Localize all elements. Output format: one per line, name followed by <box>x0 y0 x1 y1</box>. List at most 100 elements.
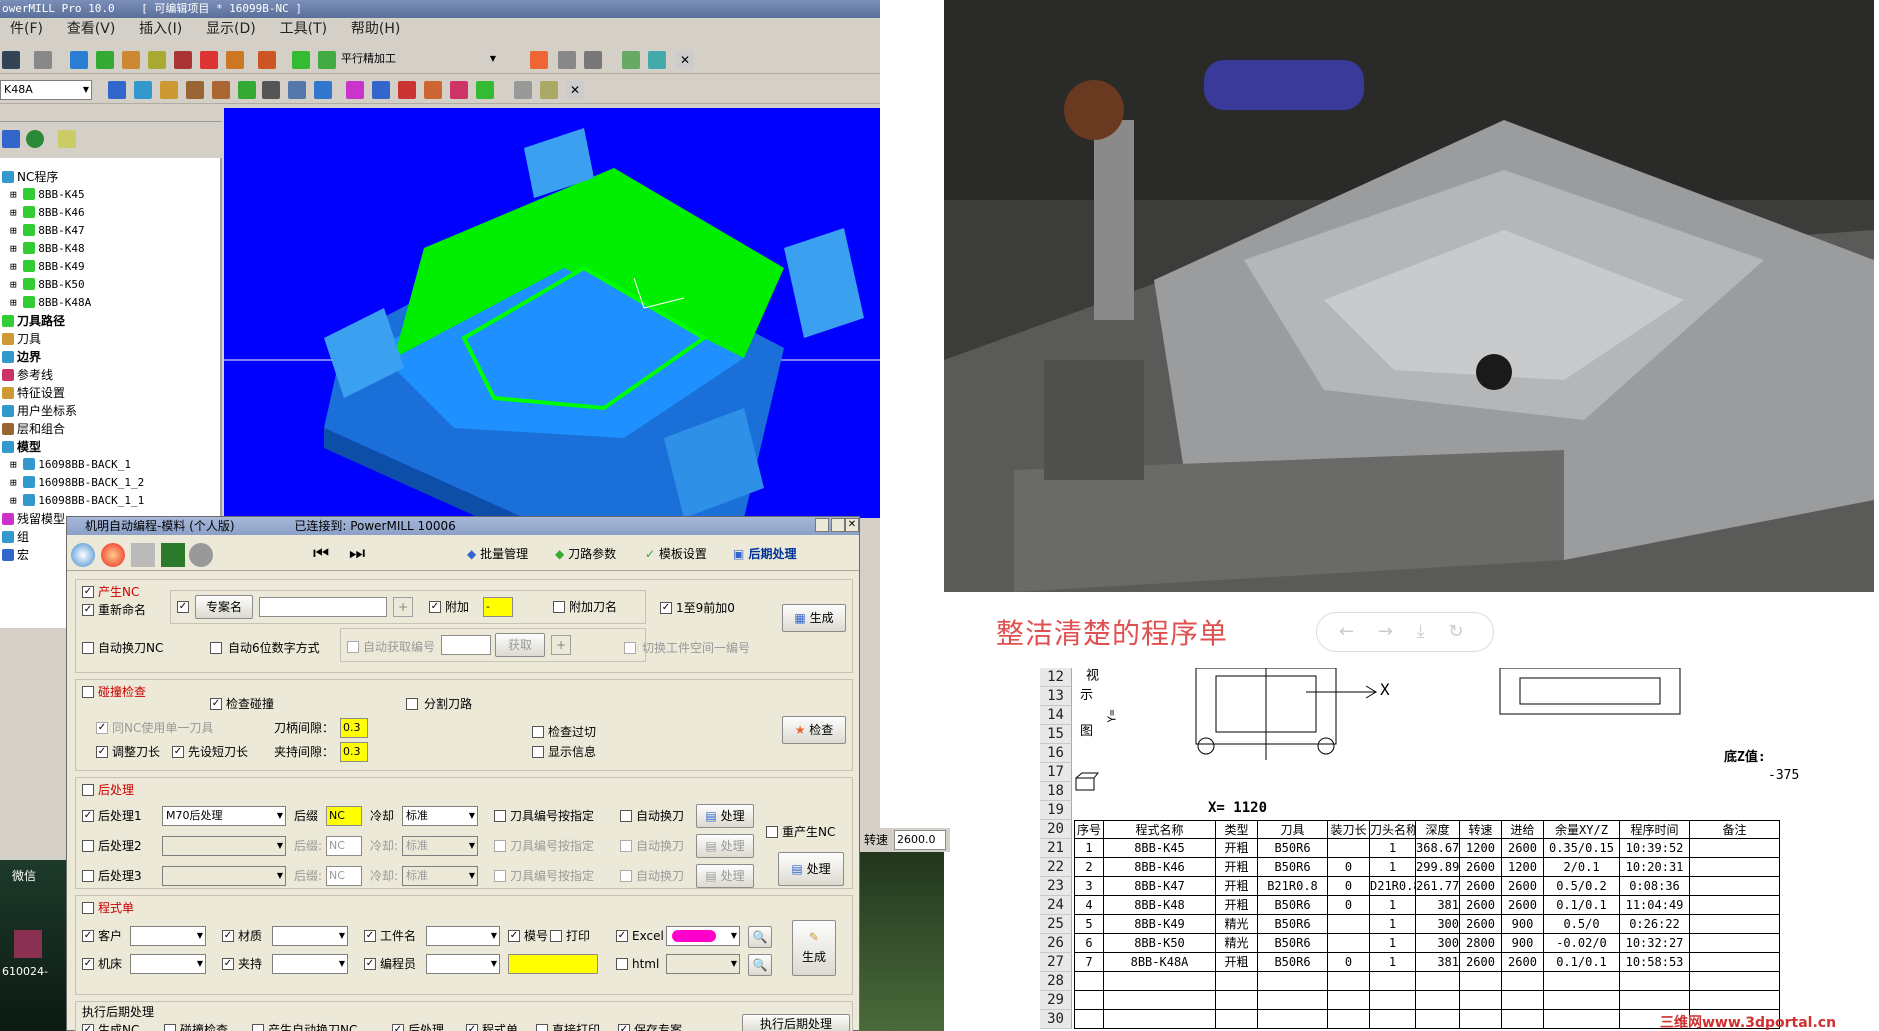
programmer-name-input[interactable] <box>508 954 598 974</box>
generate-nc-button[interactable]: ▦ 生成 <box>782 604 846 632</box>
rename-checkbox[interactable]: ✓ <box>82 604 94 616</box>
auto6-checkbox[interactable] <box>210 642 222 654</box>
tree-nc-program[interactable]: ⊞ 8BB-K50 <box>10 276 85 294</box>
tree-workplanes[interactable]: 用户坐标系 <box>2 402 77 420</box>
switch-workspace-checkbox[interactable] <box>624 642 636 654</box>
append-tool-checkbox[interactable] <box>553 601 565 613</box>
shank-gap-input[interactable]: 0.3 <box>340 718 368 738</box>
exec-autochange-checkbox[interactable] <box>252 1024 264 1031</box>
html-template-select[interactable] <box>666 954 740 974</box>
block-icon[interactable] <box>70 51 88 69</box>
project-name-button[interactable]: 专案名 <box>195 595 253 619</box>
menu-help[interactable]: 帮助(H) <box>341 18 410 40</box>
path-reorder-icon[interactable] <box>238 81 256 99</box>
nc-checkbox[interactable]: ✓ <box>82 586 94 598</box>
path-move-icon[interactable] <box>212 81 230 99</box>
post3-process-button[interactable]: ▤ 处理 <box>696 864 754 888</box>
holder-gap-input[interactable]: 0.3 <box>340 742 368 762</box>
adjust-length-checkbox[interactable]: ✓ <box>96 746 108 758</box>
excel-checkbox[interactable]: ✓ <box>616 930 628 942</box>
path-edit-icon[interactable] <box>134 81 152 99</box>
stop-red-icon[interactable] <box>101 543 125 567</box>
exec-collision-checkbox[interactable] <box>164 1024 176 1031</box>
tree-macros[interactable]: 宏 <box>2 546 29 564</box>
winrar-icon[interactable] <box>14 930 42 958</box>
explorer-icon[interactable] <box>2 130 20 148</box>
part-name-checkbox[interactable]: ✓ <box>364 930 376 942</box>
maximize-button[interactable] <box>831 518 845 532</box>
level-icon[interactable] <box>476 81 494 99</box>
excel-search-button[interactable]: 🔍 <box>748 926 772 948</box>
simulate-icon[interactable] <box>258 51 276 69</box>
tool-icon[interactable] <box>96 51 114 69</box>
post3-cool-select[interactable]: 标准 <box>402 866 478 886</box>
tree-model[interactable]: ⊞ 16098BB-BACK_1 <box>10 456 131 474</box>
post3-suffix-input[interactable]: NC <box>326 866 362 886</box>
path-split-icon[interactable] <box>160 81 178 99</box>
tree-nc-program[interactable]: ⊞ 8BB-K46 <box>10 204 85 222</box>
auto-number-checkbox[interactable] <box>347 641 359 653</box>
post2-processor-select[interactable] <box>162 836 286 856</box>
point-icon[interactable] <box>398 81 416 99</box>
toolpath-select[interactable]: K48A <box>0 80 92 100</box>
mold-no-checkbox[interactable]: ✓ <box>508 930 520 942</box>
post1-process-button[interactable]: ▤ 处理 <box>696 804 754 828</box>
project-name-checkbox[interactable]: ✓ <box>177 601 189 613</box>
project-name-input[interactable] <box>259 597 387 617</box>
last-icon[interactable]: ⏭ <box>349 543 365 564</box>
post1-autochange-checkbox[interactable] <box>620 810 632 822</box>
tree-models[interactable]: 模型 <box>2 438 41 456</box>
close-toolbar-icon[interactable]: ✕ <box>676 51 694 69</box>
check-over-checkbox[interactable] <box>532 726 544 738</box>
post2-process-button[interactable]: ▤ 处理 <box>696 834 754 858</box>
tool-axis-icon[interactable] <box>226 51 244 69</box>
exec-save-checkbox[interactable]: ✓ <box>618 1024 630 1031</box>
tree-nc-root[interactable]: NC程序 <box>2 168 58 186</box>
html-checkbox[interactable] <box>616 958 628 970</box>
settings-icon[interactable] <box>189 543 213 567</box>
auto-plus-button[interactable]: + <box>551 635 571 655</box>
strategy-select[interactable]: 平行精加工 <box>338 50 498 70</box>
menu-view[interactable]: 查看(V) <box>57 18 126 40</box>
show-info-checkbox[interactable] <box>532 746 544 758</box>
get-button[interactable]: 获取 <box>495 633 545 657</box>
shade-icon[interactable] <box>514 81 532 99</box>
ruler-icon[interactable] <box>584 51 602 69</box>
part-name-select[interactable] <box>426 926 500 946</box>
menu-display[interactable]: 显示(D) <box>196 18 266 40</box>
tree-groups[interactable]: 组 <box>2 528 29 546</box>
next-icon[interactable]: → <box>1378 621 1393 642</box>
check-button[interactable]: ★ 检查 <box>782 716 846 744</box>
programmer-select[interactable] <box>426 954 500 974</box>
minimize-button[interactable] <box>815 518 829 532</box>
strategy-icon[interactable] <box>292 51 310 69</box>
tree-features[interactable]: 特征设置 <box>2 384 65 402</box>
process-all-button[interactable]: ▤ 处理 <box>778 852 844 886</box>
auto-number-input[interactable] <box>441 635 491 655</box>
path-icon[interactable] <box>108 81 126 99</box>
split-path-checkbox[interactable] <box>406 698 418 710</box>
material-select[interactable] <box>272 926 348 946</box>
machine-select[interactable] <box>130 954 206 974</box>
post3-processor-select[interactable] <box>162 866 286 886</box>
feed-icon[interactable] <box>122 51 140 69</box>
finishing-icon[interactable] <box>318 51 336 69</box>
tree-nc-program[interactable]: ⊞ 8BB-K48A <box>10 294 91 312</box>
collision-checkbox[interactable] <box>82 686 94 698</box>
tree-stock-models[interactable]: 残留模型 <box>2 510 65 528</box>
menu-file[interactable]: 件(F) <box>0 18 53 40</box>
tree-tools[interactable]: 刀具 <box>2 330 41 348</box>
tree-levels[interactable]: 层和组合 <box>2 420 65 438</box>
append-input[interactable]: - <box>483 597 513 617</box>
wrench-icon[interactable] <box>131 543 155 567</box>
check-collision-checkbox[interactable]: ✓ <box>210 698 222 710</box>
generate-sheet-button[interactable]: ✎ 生成 <box>792 920 836 976</box>
recycle-icon[interactable] <box>58 130 76 148</box>
exec-post-checkbox[interactable]: ✓ <box>392 1024 404 1031</box>
copy-icon[interactable] <box>288 81 306 99</box>
tree-boundaries[interactable]: 边界 <box>2 348 41 366</box>
print-checkbox[interactable] <box>550 930 562 942</box>
short-first-checkbox[interactable]: ✓ <box>172 746 184 758</box>
post2-autochange-checkbox[interactable] <box>620 840 632 852</box>
clamp-checkbox[interactable]: ✓ <box>222 958 234 970</box>
